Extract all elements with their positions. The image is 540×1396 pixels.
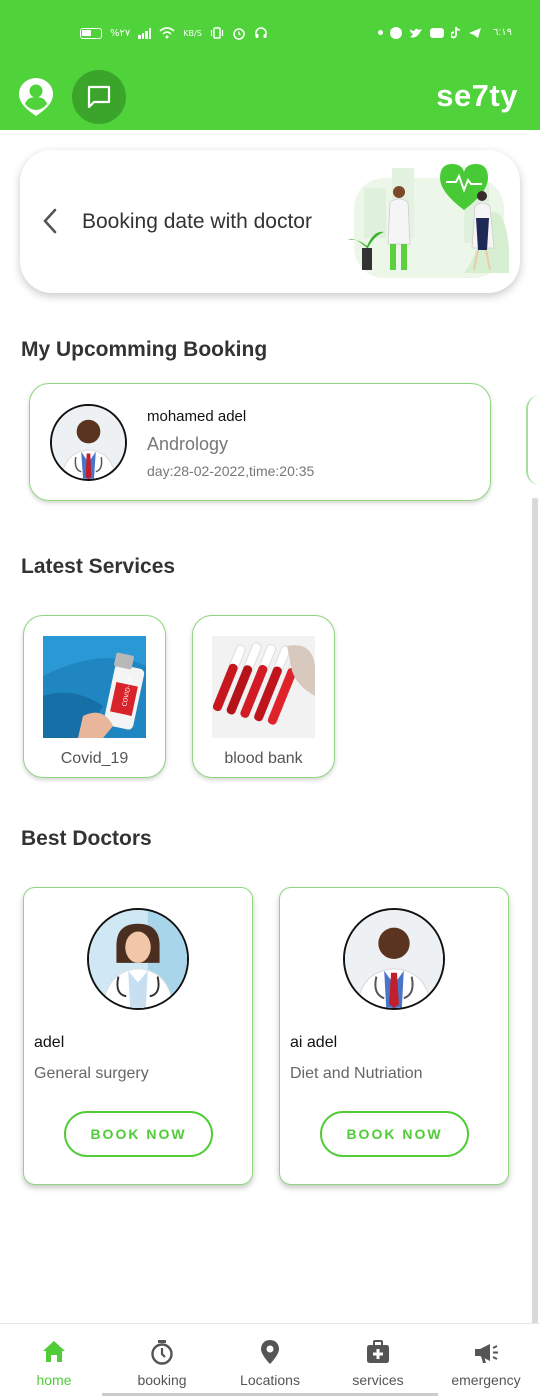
vibrate-icon [210,27,223,39]
doctor-portrait-image [89,910,187,1008]
status-right: ٦:١٩ [378,26,512,39]
doctor-card-ai-adel[interactable]: ai adel Diet and Nutriation BOOK NOW [279,887,509,1185]
doctor-avatar [343,908,445,1010]
doctors-illustration [348,164,509,278]
nav-label: emergency [451,1372,521,1388]
booking-specialty: Andrology [147,434,229,454]
nav-item-booking[interactable]: booking [102,1324,222,1396]
booking-doctor-name: mohamed adel [147,408,247,425]
appbar-actions [18,70,126,124]
service-label: blood bank [224,750,303,767]
youtube-icon [430,27,445,38]
telegram-icon [469,27,482,38]
service-label: Covid_19 [60,750,129,767]
service-card-blood-bank[interactable]: blood bank [192,615,335,778]
wifi-icon [159,27,175,39]
upcoming-booking-card[interactable]: mohamed adel Andrology day:28-02-2022,ti… [29,383,491,501]
battery-icon [80,27,102,39]
home-icon [43,1341,65,1362]
nav-label: Locations [240,1372,300,1388]
status-left: %٢٧ KB/S [80,26,268,40]
status-bar: %٢٧ KB/S ٦:١٩ [0,0,540,66]
location-pin-icon [261,1340,279,1364]
twitter-icon [410,28,423,38]
back-chevron-icon[interactable] [40,206,60,236]
service-card-covid[interactable]: COVID-19 Covid_19 [23,615,166,778]
app-header: %٢٧ KB/S ٦:١٩ se7ty [0,0,540,130]
next-booking-card-peek[interactable] [526,395,540,485]
hero-title: Booking date with doctor [82,210,312,233]
doctor-name: adel [34,1034,65,1051]
doctor-card-adel[interactable]: adel General surgery BOOK NOW [23,887,253,1185]
doctor-name: ai adel [290,1034,338,1051]
chat-icon [87,85,111,109]
doctor-portrait-image [52,406,125,479]
blood-tubes-image [212,636,315,738]
nav-label: home [36,1372,72,1388]
bottom-navigation: home booking Locations services emergenc… [0,1323,540,1396]
signal-icon [138,27,152,39]
medical-kit-icon [367,1340,389,1363]
clock: ٦:١٩ [493,27,512,38]
battery-percent: %٢٧ [110,27,131,39]
covid-vaccine-image: COVID-19 [43,636,146,738]
nav-item-locations[interactable]: Locations [210,1324,330,1396]
services-section-title: Latest Services [21,555,176,578]
doctors-section-title: Best Doctors [21,827,152,850]
doctor-specialty: Diet and Nutriation [290,1065,423,1082]
timer-icon [151,1340,173,1365]
tiktok-icon [451,26,461,39]
nav-label: booking [137,1372,187,1388]
app-brand: se7ty [436,78,518,113]
doctor-specialty: General surgery [34,1065,149,1082]
nav-item-services[interactable]: services [318,1324,438,1396]
doctor-avatar [50,404,127,481]
scrollbar[interactable] [532,498,538,1324]
doctor-portrait-image [345,910,443,1008]
nav-label: services [352,1372,404,1388]
upcoming-section-title: My Upcomming Booking [21,338,268,361]
net-speed: KB/S [183,28,202,38]
doctor-avatar [87,908,189,1010]
chat-button[interactable] [72,70,126,124]
alarm-icon [233,28,245,40]
nav-item-emergency[interactable]: emergency [432,1324,540,1396]
notification-dot-icon [378,30,384,35]
headset-icon [255,27,267,38]
nav-item-home[interactable]: home [0,1324,108,1396]
booking-datetime: day:28-02-2022,time:20:35 [147,463,315,479]
facebook-icon [390,26,403,39]
megaphone-icon [475,1344,498,1363]
book-now-button[interactable]: BOOK NOW [320,1111,469,1157]
book-now-button[interactable]: BOOK NOW [64,1111,213,1157]
booking-hero-card[interactable]: Booking date with doctor [20,150,520,293]
profile-icon[interactable] [18,77,54,117]
